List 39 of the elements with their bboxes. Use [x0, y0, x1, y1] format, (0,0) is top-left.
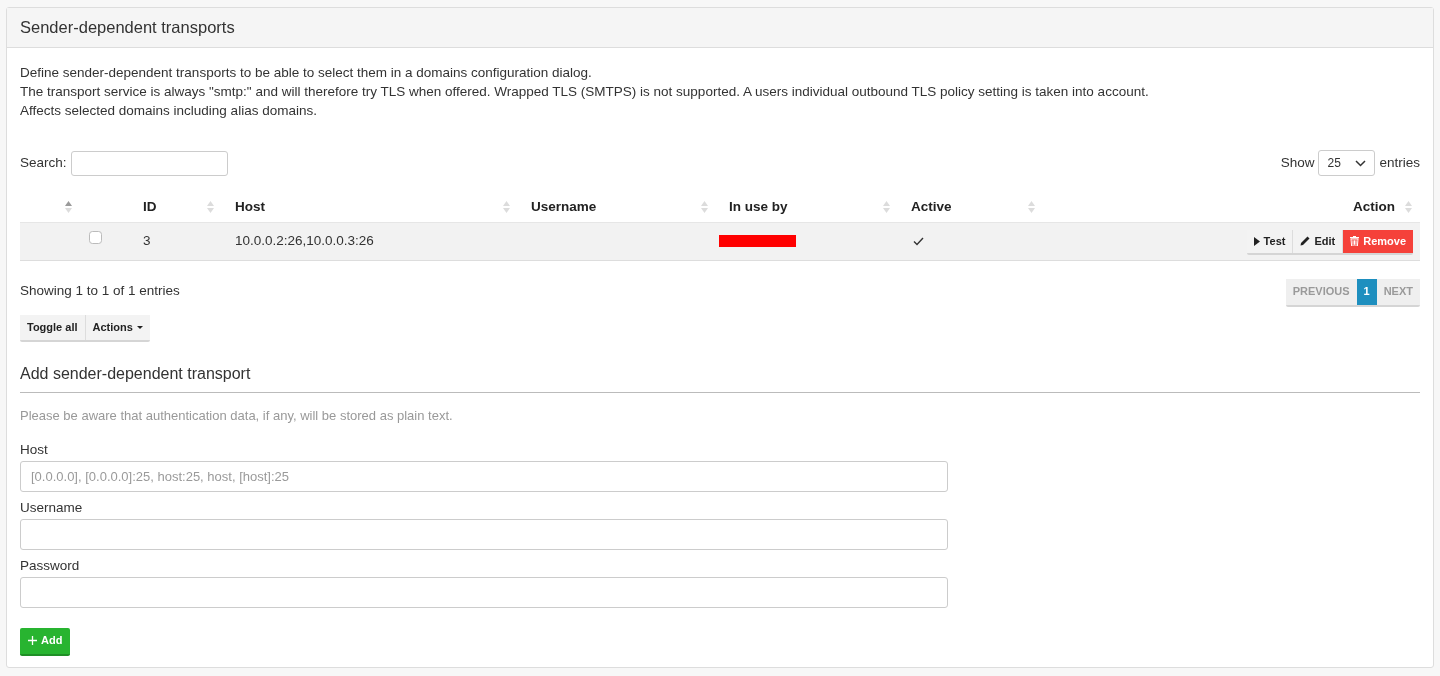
- actions-dropdown-button[interactable]: Actions: [85, 314, 150, 340]
- trash-icon: [1350, 236, 1360, 246]
- panel-title: Sender-dependent transports: [20, 17, 235, 39]
- search-field[interactable]: [70, 150, 228, 176]
- page-number-button[interactable]: 1: [1356, 278, 1377, 305]
- table-info-text: Showing 1 to 1 of 1 entries: [20, 282, 180, 301]
- show-label: Show: [1280, 153, 1315, 172]
- column-header[interactable]: Action: [1043, 192, 1420, 222]
- entries-label: entries: [1379, 153, 1420, 172]
- column-header[interactable]: In use by: [716, 192, 898, 222]
- table-cell: 10.0.0.2:26,10.0.0.3:26: [222, 222, 518, 260]
- sort-icon[interactable]: [65, 200, 72, 213]
- entries-per-page-select[interactable]: 25: [1318, 150, 1376, 176]
- chevron-down-icon: [1355, 159, 1367, 167]
- description-text: Affects selected domains including alias domains.: [20, 102, 318, 120]
- help-text: Please be aware that authentication data, if any, will be stored as plain text.: [20, 406, 454, 425]
- input-field[interactable]: [20, 518, 948, 550]
- table-cell: 3: [130, 222, 222, 260]
- field-label: Username: [20, 498, 84, 516]
- field-label: Password: [20, 556, 81, 574]
- column-header[interactable]: Active: [898, 192, 1043, 222]
- search-label: Search:: [20, 153, 67, 172]
- column-header[interactable]: Username: [518, 192, 716, 222]
- column-header[interactable]: ID: [130, 192, 222, 222]
- plus-icon: [28, 636, 37, 645]
- remove-button[interactable]: Remove: [1343, 229, 1413, 253]
- section-heading: Add sender-dependent transport: [20, 363, 252, 384]
- caret-icon: [136, 325, 143, 329]
- input-field[interactable]: [20, 576, 948, 608]
- row-checkbox[interactable]: [89, 230, 102, 244]
- input-field[interactable]: [0.0.0.0], [0.0.0.0]:25, host:25, host, [host]:25: [20, 460, 948, 492]
- toggle-all-button[interactable]: Toggle all: [20, 314, 86, 340]
- play-icon: [1253, 236, 1260, 246]
- field-label: Host: [20, 440, 49, 458]
- pencil-icon: [1300, 236, 1311, 246]
- description-text: The transport service is always "smtp:" and will therefore try TLS when offered. Wrapped TLS (SMTPS) is not supported. A users individual outbound TLS policy setting is taken into account.: [20, 83, 1150, 101]
- test-button[interactable]: Test: [1246, 229, 1294, 253]
- description-text: Define sender-dependent transports to be able to select them in a domains configuration dialog.: [20, 64, 593, 82]
- column-header[interactable]: Host: [222, 192, 518, 222]
